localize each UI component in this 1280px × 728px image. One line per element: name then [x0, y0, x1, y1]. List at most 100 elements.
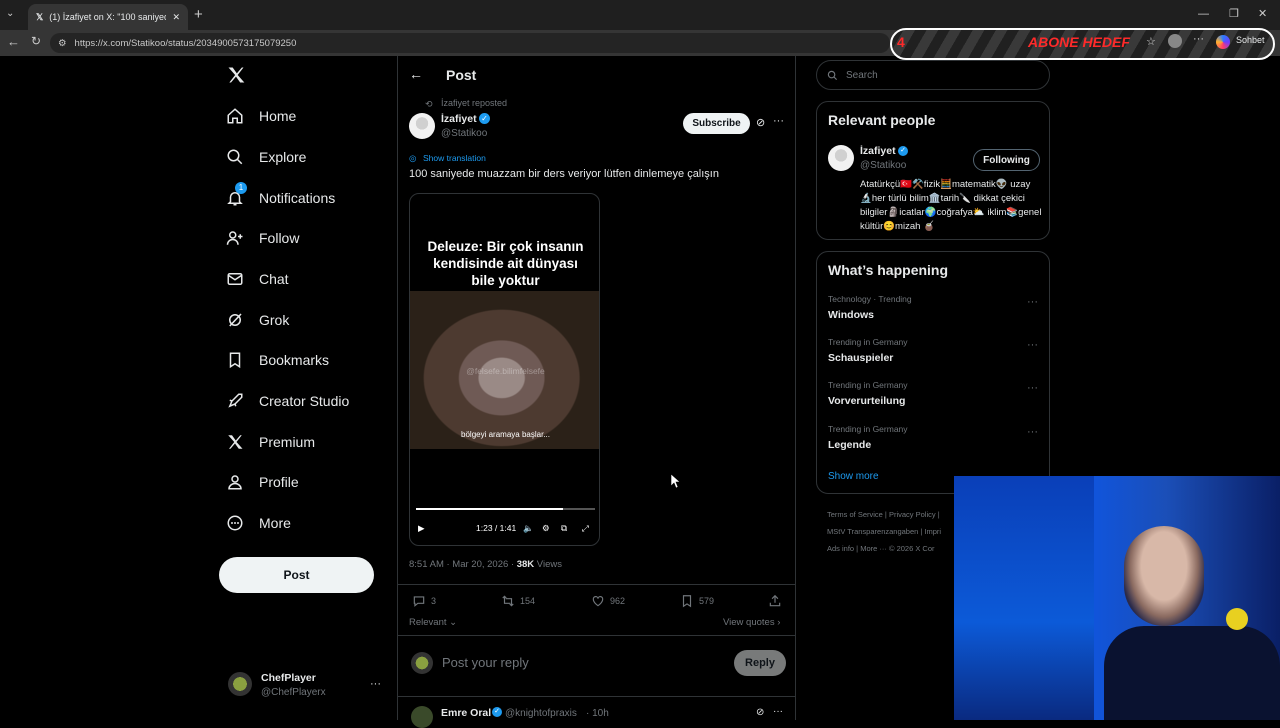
- footer-links[interactable]: Terms of Service | Privacy Policy |: [827, 510, 940, 519]
- show-translation-link[interactable]: Show translation: [423, 153, 486, 163]
- favorite-star-icon[interactable]: ☆: [1146, 35, 1156, 48]
- footer-links[interactable]: MStV Transparenzangaben | Impri: [827, 527, 941, 536]
- account-switcher[interactable]: ChefPlayer @ChefPlayerx ···: [228, 670, 388, 704]
- back-icon[interactable]: ←: [7, 34, 20, 49]
- browser-menu-icon[interactable]: ···: [1193, 33, 1204, 45]
- reply-more-icon[interactable]: ···: [773, 706, 783, 717]
- fullscreen-icon[interactable]: ⤢: [582, 521, 589, 535]
- rocket-icon: [228, 393, 243, 408]
- repost-action[interactable]: 154: [501, 594, 535, 608]
- subscribe-button[interactable]: Subscribe: [683, 113, 750, 134]
- sidebar-item-chat[interactable]: Chat: [226, 268, 289, 290]
- tab-title: (1) İzafiyet on X: "100 saniyede m: [49, 12, 166, 22]
- reply-author-name[interactable]: Emre Oral: [441, 707, 491, 719]
- trend-category: Trending in Germany: [828, 424, 908, 434]
- close-tab-icon[interactable]: ✕: [172, 12, 180, 23]
- copilot-icon[interactable]: [1216, 35, 1230, 49]
- views-label: Views: [534, 559, 562, 570]
- video-player[interactable]: Deleuze: Bir çok insanın kendisinde ait …: [409, 193, 600, 546]
- x-home-logo-icon[interactable]: [226, 65, 246, 85]
- play-icon[interactable]: ▶: [418, 521, 425, 535]
- post-column: ← Post ⟲ İzafiyet reposted İzafiyet ✓ @S…: [397, 56, 796, 728]
- sort-dropdown[interactable]: Relevant ⌄: [409, 617, 457, 628]
- new-tab-icon[interactable]: +: [194, 6, 203, 23]
- sidebar-item-label: More: [259, 515, 291, 531]
- trend-item[interactable]: Technology · Trending Windows ···: [828, 294, 1038, 321]
- translate-icon: ◎: [409, 153, 417, 163]
- sohbet-label[interactable]: Sohbet: [1236, 35, 1265, 45]
- trend-more-icon[interactable]: ···: [1027, 339, 1038, 351]
- author-avatar[interactable]: [409, 113, 435, 139]
- author-name[interactable]: İzafiyet: [441, 113, 477, 125]
- microphone-icon: [1226, 608, 1248, 630]
- repost-count: 154: [520, 596, 536, 606]
- video-title-line: Deleuze: Bir çok insanın: [427, 239, 584, 254]
- person-name[interactable]: İzafiyet: [860, 145, 896, 157]
- close-window-icon[interactable]: ✕: [1258, 7, 1267, 20]
- sidebar-item-follow[interactable]: Follow: [226, 227, 299, 249]
- post-more-icon[interactable]: ···: [773, 115, 784, 127]
- maximize-icon[interactable]: ❐: [1229, 7, 1239, 20]
- profile-avatar-icon[interactable]: [1168, 34, 1182, 48]
- divider: [398, 635, 795, 636]
- grok-explain-icon[interactable]: ⊘: [756, 116, 765, 129]
- footer-links[interactable]: Ads info | More ··· © 2026 X Cor: [827, 544, 935, 553]
- trend-more-icon[interactable]: ···: [1027, 382, 1038, 394]
- site-info-icon[interactable]: ⚙: [58, 38, 67, 49]
- compose-post-button[interactable]: Post: [219, 557, 374, 593]
- following-button[interactable]: Following: [973, 149, 1040, 171]
- mouse-cursor-icon: [671, 474, 681, 488]
- grok-explain-icon[interactable]: ⊘: [756, 707, 764, 718]
- reply-count: 3: [431, 596, 437, 606]
- sidebar-item-explore[interactable]: Explore: [226, 146, 306, 168]
- author-handle[interactable]: @Statikoo: [441, 128, 487, 139]
- sidebar-item-label: Grok: [259, 312, 290, 328]
- search-input[interactable]: Search: [816, 60, 1050, 90]
- volume-icon[interactable]: 🔈: [523, 521, 534, 535]
- trend-item[interactable]: Trending in Germany Vorverurteilung ···: [828, 380, 1038, 407]
- minimize-icon[interactable]: —: [1198, 8, 1209, 20]
- sidebar-item-home[interactable]: Home: [226, 105, 296, 127]
- post-timestamp: 8:51 AM · Mar 20, 2026 · 38K Views: [409, 559, 562, 570]
- sidebar-item-grok[interactable]: Grok: [226, 309, 289, 331]
- account-menu-icon[interactable]: ···: [370, 678, 381, 690]
- notification-badge: 1: [235, 182, 247, 194]
- reply-time: · 10h: [586, 708, 609, 719]
- sidebar-item-bookmarks[interactable]: Bookmarks: [226, 349, 329, 371]
- repost-icon: [502, 595, 514, 607]
- reply-avatar[interactable]: [411, 706, 433, 728]
- share-action[interactable]: [768, 594, 782, 608]
- reply-button[interactable]: Reply: [734, 650, 786, 676]
- like-action[interactable]: 962: [591, 594, 625, 608]
- search-icon: [827, 70, 838, 80]
- person-avatar[interactable]: [828, 145, 854, 171]
- settings-icon[interactable]: ⚙: [542, 521, 550, 535]
- bookmark-action[interactable]: 579: [680, 594, 714, 608]
- divider: [398, 696, 795, 697]
- trend-item[interactable]: Trending in Germany Legende ···: [828, 424, 1038, 451]
- person-handle[interactable]: @Statikoo: [860, 160, 906, 171]
- verified-badge-icon: ✓: [479, 113, 490, 124]
- trend-category: Trending in Germany: [828, 380, 908, 390]
- browser-tab[interactable]: 𝕏 (1) İzafiyet on X: "100 saniyede m ✕: [28, 4, 188, 30]
- sidebar-item-creator-studio[interactable]: Creator Studio: [226, 390, 349, 412]
- trend-more-icon[interactable]: ···: [1027, 426, 1038, 438]
- person-icon: [228, 475, 242, 490]
- show-more-link[interactable]: Show more: [828, 471, 879, 482]
- view-quotes-link[interactable]: View quotes ›: [723, 617, 780, 628]
- tab-list-icon[interactable]: ⌄: [6, 8, 20, 22]
- sidebar-item-premium[interactable]: Premium: [226, 431, 315, 453]
- sidebar-item-notifications[interactable]: Notifications 1: [226, 182, 335, 209]
- address-bar[interactable]: ⚙ https://x.com/Statikoo/status/20349005…: [50, 33, 890, 53]
- reply-input[interactable]: Post your reply: [442, 655, 529, 670]
- reload-icon[interactable]: ↻: [31, 34, 41, 48]
- trend-item[interactable]: Trending in Germany Schauspieler ···: [828, 337, 1038, 364]
- picture-in-picture-icon[interactable]: ⧉: [561, 521, 567, 535]
- sidebar-item-profile[interactable]: Profile: [226, 471, 299, 493]
- video-progress-bar[interactable]: [416, 508, 595, 510]
- reply-action[interactable]: 3: [412, 594, 436, 608]
- trend-more-icon[interactable]: ···: [1027, 296, 1038, 308]
- reply-author-handle[interactable]: @knightofpraxis: [505, 708, 577, 719]
- back-arrow-icon[interactable]: ←: [409, 66, 423, 82]
- sidebar-item-more[interactable]: More: [226, 512, 291, 534]
